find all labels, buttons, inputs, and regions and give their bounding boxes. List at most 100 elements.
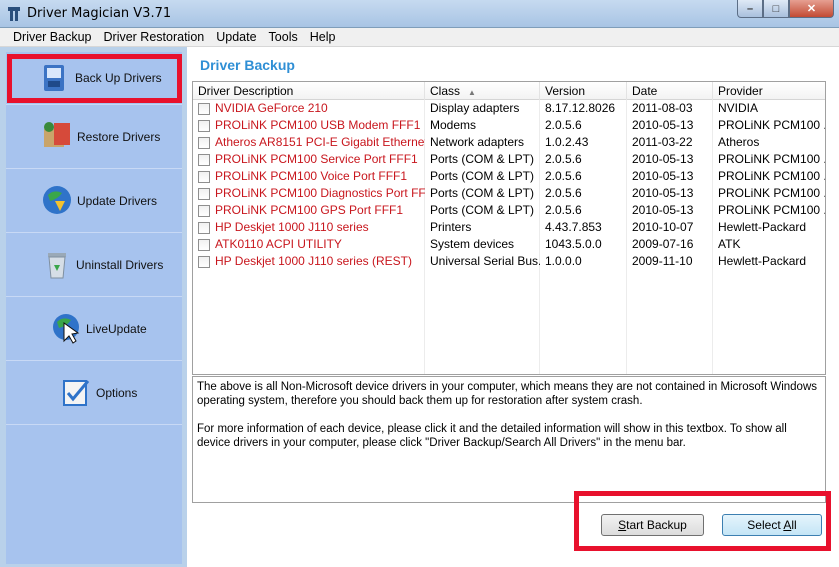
close-button[interactable]: ✕ bbox=[789, 0, 834, 18]
cell-class: Ports (COM & LPT) bbox=[430, 169, 535, 183]
start-backup-button[interactable]: Start Backup bbox=[601, 514, 704, 536]
cell-date: 2011-08-03 bbox=[632, 101, 693, 115]
sidebar-item-options[interactable]: Options bbox=[6, 361, 182, 425]
column-header-version[interactable]: Version bbox=[540, 82, 627, 100]
cell-description: PROLiNK PCM100 Service Port FFF1 bbox=[215, 152, 418, 166]
restore-drivers-icon bbox=[44, 122, 70, 147]
cell-version: 2.0.5.6 bbox=[545, 118, 582, 132]
sidebar-item-liveupdate[interactable]: LiveUpdate bbox=[6, 297, 182, 361]
table-row[interactable]: PROLiNK PCM100 USB Modem FFF1 Modems 2.0.5… bbox=[193, 117, 826, 134]
sidebar: Back Up Drivers Restore Drivers Update D… bbox=[6, 52, 182, 564]
cell-provider: PROLiNK PCM100 ... bbox=[718, 186, 826, 200]
main-panel: Driver Backup Driver Description Class ▲ … bbox=[187, 47, 839, 567]
table-row[interactable]: PROLiNK PCM100 Service Port FFF1 Ports (C… bbox=[193, 151, 826, 168]
cell-date: 2010-05-13 bbox=[632, 118, 694, 132]
cell-class: Modems bbox=[430, 118, 477, 132]
cell-description: PROLiNK PCM100 USB Modem FFF1 bbox=[215, 118, 421, 132]
minimize-button[interactable]: – bbox=[737, 0, 763, 18]
cell-provider: PROLiNK PCM100 ... bbox=[718, 203, 826, 217]
cell-date: 2010-05-13 bbox=[632, 152, 694, 166]
cell-description: Atheros AR8151 PCI-E Gigabit Ethernet C.… bbox=[215, 135, 425, 149]
column-header-description[interactable]: Driver Description bbox=[193, 82, 425, 100]
sidebar-item-label: Uninstall Drivers bbox=[76, 258, 164, 272]
sidebar-item-uninstall-drivers[interactable]: Uninstall Drivers bbox=[6, 233, 182, 297]
window-controls: – □ ✕ bbox=[737, 0, 834, 18]
cell-description: ATK0110 ACPI UTILITY bbox=[215, 237, 342, 251]
info-textbox[interactable]: The above is all Non-Microsoft device dr… bbox=[192, 376, 826, 503]
sidebar-item-restore-drivers[interactable]: Restore Drivers bbox=[6, 105, 182, 169]
sidebar-item-label: LiveUpdate bbox=[86, 322, 147, 336]
menu-tools[interactable]: Tools bbox=[263, 30, 304, 44]
select-all-button[interactable]: Select All bbox=[722, 514, 822, 536]
menu-driver-restoration[interactable]: Driver Restoration bbox=[98, 30, 211, 44]
column-header-provider[interactable]: Provider bbox=[713, 82, 825, 100]
maximize-button[interactable]: □ bbox=[763, 0, 789, 18]
cell-date: 2010-05-13 bbox=[632, 203, 694, 217]
cell-date: 2010-05-13 bbox=[632, 169, 694, 183]
update-drivers-icon bbox=[43, 186, 71, 214]
table-row[interactable]: HP Deskjet 1000 J110 series Printers 4.43.… bbox=[193, 219, 825, 236]
cell-description: PROLiNK PCM100 Diagnostics Port FFF1 bbox=[215, 186, 425, 200]
cell-provider: Hewlett-Packard bbox=[718, 220, 807, 234]
sidebar-item-label: Restore Drivers bbox=[77, 130, 161, 144]
menu-help[interactable]: Help bbox=[304, 30, 342, 44]
driver-list-header: Driver Description Class ▲ Version Date P… bbox=[193, 82, 825, 100]
cell-class: Network adapters bbox=[430, 135, 525, 149]
cell-provider: PROLiNK PCM100 ... bbox=[718, 118, 826, 132]
cell-class: Ports (COM & LPT) bbox=[430, 186, 535, 200]
sidebar-item-update-drivers[interactable]: Update Drivers bbox=[6, 169, 182, 233]
cell-version: 1.0.0.0 bbox=[545, 254, 582, 268]
sort-ascending-icon: ▲ bbox=[468, 88, 476, 97]
cell-version: 2.0.5.6 bbox=[545, 186, 582, 200]
cell-description: HP Deskjet 1000 J110 series (REST) bbox=[215, 254, 412, 268]
cell-version: 2.0.5.6 bbox=[545, 203, 582, 217]
sidebar-item-label: Update Drivers bbox=[77, 194, 158, 208]
cell-version: 2.0.5.6 bbox=[545, 169, 582, 183]
page-title: Driver Backup bbox=[200, 57, 295, 73]
cell-provider: PROLiNK PCM100 ... bbox=[718, 152, 826, 166]
info-paragraph: The above is all Non-Microsoft device dr… bbox=[197, 381, 817, 407]
window-title: Driver Magician V3.71 bbox=[27, 6, 172, 21]
cell-version: 2.0.5.6 bbox=[545, 152, 582, 166]
cell-provider: ATK bbox=[718, 237, 741, 251]
cell-class: Printers bbox=[430, 220, 472, 234]
cell-date: 2009-07-16 bbox=[632, 237, 694, 251]
options-icon bbox=[63, 380, 90, 406]
cell-version: 4.43.7.853 bbox=[545, 220, 602, 234]
table-row[interactable]: Atheros AR8151 PCI-E Gigabit Ethernet C.… bbox=[193, 134, 825, 151]
menu-driver-backup[interactable]: Driver Backup bbox=[0, 30, 98, 44]
table-row[interactable]: NVIDIA GeForce 210 Display adapters 8.17.1… bbox=[193, 100, 825, 117]
table-row[interactable]: PROLiNK PCM100 Voice Port FFF1 Ports (COM… bbox=[193, 168, 826, 185]
cell-provider: Atheros bbox=[718, 135, 760, 149]
cell-version: 1043.5.0.0 bbox=[545, 237, 602, 251]
cell-version: 1.0.2.43 bbox=[545, 135, 589, 149]
column-header-class[interactable]: Class ▲ bbox=[425, 82, 540, 100]
column-header-date[interactable]: Date bbox=[627, 82, 713, 100]
cell-provider: NVIDIA bbox=[718, 101, 759, 115]
info-paragraph: For more information of each device, ple… bbox=[197, 423, 787, 449]
sidebar-item-back-up-drivers[interactable]: Back Up Drivers bbox=[6, 52, 182, 105]
table-row[interactable]: PROLiNK PCM100 Diagnostics Port FFF1 Port… bbox=[193, 185, 826, 202]
menu-update[interactable]: Update bbox=[210, 30, 262, 44]
cell-description: PROLiNK PCM100 GPS Port FFF1 bbox=[215, 203, 404, 217]
driver-list[interactable]: Driver Description Class ▲ Version Date P… bbox=[192, 81, 826, 375]
title-bar: Driver Magician V3.71 – □ ✕ bbox=[0, 0, 839, 28]
cell-date: 2011-03-22 bbox=[632, 135, 693, 149]
cell-class: Ports (COM & LPT) bbox=[430, 203, 535, 217]
cell-provider: PROLiNK PCM100 ... bbox=[718, 169, 826, 183]
backup-drivers-icon bbox=[44, 65, 64, 91]
cell-class: Universal Serial Bus... bbox=[430, 254, 540, 268]
cell-provider: Hewlett-Packard bbox=[718, 254, 807, 268]
cell-date: 2009-11-10 bbox=[632, 254, 693, 268]
cell-date: 2010-10-07 bbox=[632, 220, 694, 234]
menu-bar: Driver Backup Driver Restoration Update … bbox=[0, 28, 839, 47]
liveupdate-icon bbox=[53, 314, 80, 344]
cell-class: Display adapters bbox=[430, 101, 520, 115]
table-row[interactable]: PROLiNK PCM100 GPS Port FFF1 Ports (COM &… bbox=[193, 202, 826, 219]
table-row[interactable]: HP Deskjet 1000 J110 series (REST) Univer… bbox=[193, 253, 825, 270]
cell-description: HP Deskjet 1000 J110 series bbox=[215, 220, 369, 234]
table-row[interactable]: ATK0110 ACPI UTILITY System devices 1043.5… bbox=[193, 236, 825, 253]
cell-description: NVIDIA GeForce 210 bbox=[215, 101, 328, 115]
cell-class: System devices bbox=[430, 237, 515, 251]
sidebar-item-label: Options bbox=[96, 386, 138, 400]
